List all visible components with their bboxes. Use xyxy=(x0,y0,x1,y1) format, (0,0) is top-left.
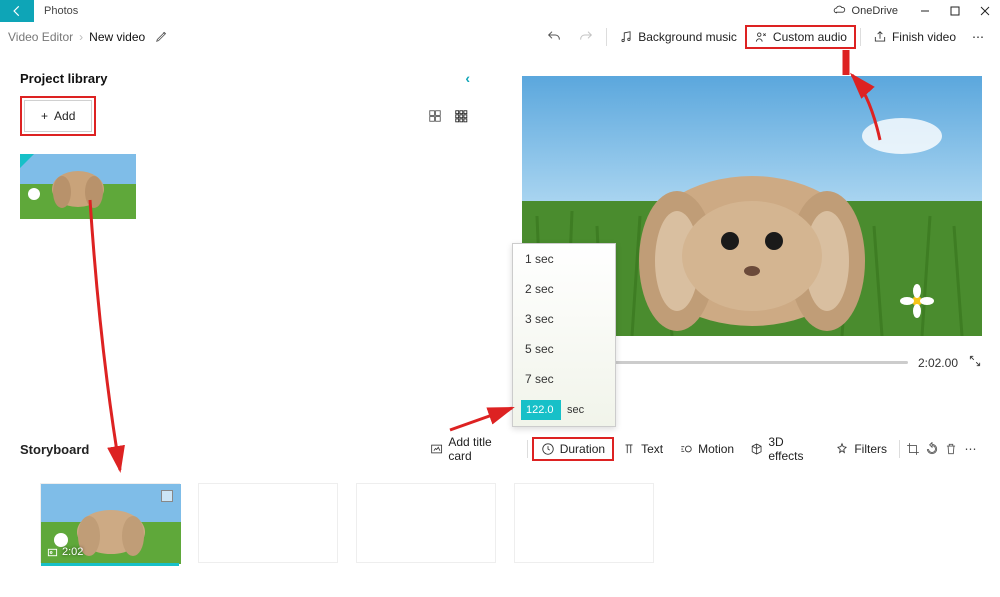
back-button[interactable] xyxy=(0,0,34,22)
finish-video-button[interactable]: Finish video xyxy=(865,26,964,48)
duration-label: Duration xyxy=(560,442,605,456)
add-label: Add xyxy=(54,109,75,123)
view-small-icon[interactable] xyxy=(452,107,470,125)
filters-button[interactable]: Filters xyxy=(827,438,895,460)
duration-option[interactable]: 1 sec xyxy=(513,244,615,274)
3d-effects-label: 3D effects xyxy=(768,435,819,463)
text-label: Text xyxy=(641,442,663,456)
library-thumbnail[interactable] xyxy=(20,154,136,219)
library-title: Project library xyxy=(20,71,107,86)
storyboard-clip[interactable]: 2:02 xyxy=(40,483,180,563)
more-button[interactable]: ⋯ xyxy=(964,26,992,48)
duration-button[interactable]: Duration xyxy=(532,437,614,461)
clip-progress xyxy=(41,563,179,566)
minimize-button[interactable] xyxy=(910,0,940,22)
rotate-icon[interactable] xyxy=(923,439,942,459)
rename-icon[interactable] xyxy=(155,29,169,46)
duration-unit: sec xyxy=(567,404,584,416)
duration-option[interactable]: 7 sec xyxy=(513,364,615,394)
clip-duration: 2:02 xyxy=(47,546,83,558)
onedrive-button[interactable]: OneDrive xyxy=(833,4,898,18)
storyboard-clip-empty[interactable] xyxy=(356,483,496,563)
fullscreen-icon[interactable] xyxy=(968,354,982,371)
storyboard-label: Storyboard xyxy=(20,442,89,457)
time-end: 2:02.00 xyxy=(918,356,958,370)
onedrive-label: OneDrive xyxy=(852,5,898,17)
fold-icon xyxy=(20,154,34,168)
storyboard-clip-empty[interactable] xyxy=(198,483,338,563)
storyboard-more-icon[interactable]: ⋯ xyxy=(961,439,980,459)
duration-option[interactable]: 3 sec xyxy=(513,304,615,334)
divider xyxy=(860,28,861,46)
motion-label: Motion xyxy=(698,442,734,456)
custom-audio-button[interactable]: Custom audio xyxy=(745,25,856,49)
timeline-track[interactable] xyxy=(572,361,908,364)
delete-icon[interactable] xyxy=(942,439,961,459)
breadcrumb-editor[interactable]: Video Editor xyxy=(8,30,73,44)
view-large-icon[interactable] xyxy=(426,107,444,125)
undo-button[interactable] xyxy=(538,25,570,49)
duration-option[interactable]: 2 sec xyxy=(513,274,615,304)
text-button[interactable]: Text xyxy=(614,438,671,460)
clip-checkbox[interactable] xyxy=(161,490,173,502)
divider xyxy=(606,28,607,46)
duration-popup: 1 sec 2 sec 3 sec 5 sec 7 sec sec xyxy=(512,243,616,427)
finish-video-label: Finish video xyxy=(892,30,956,44)
plus-icon: + xyxy=(41,109,48,123)
redo-button[interactable] xyxy=(570,25,602,49)
filters-label: Filters xyxy=(854,442,887,456)
add-title-card-label: Add title card xyxy=(448,435,514,463)
background-music-label: Background music xyxy=(638,30,737,44)
close-button[interactable] xyxy=(970,0,1000,22)
divider xyxy=(899,440,900,458)
app-title: Photos xyxy=(44,5,78,17)
duration-option[interactable]: 5 sec xyxy=(513,334,615,364)
background-music-button[interactable]: Background music xyxy=(611,26,745,48)
custom-audio-label: Custom audio xyxy=(773,30,847,44)
add-button[interactable]: + Add xyxy=(24,100,92,132)
divider xyxy=(527,440,528,458)
storyboard-clip-empty[interactable] xyxy=(514,483,654,563)
breadcrumb: Video Editor › New video xyxy=(8,30,145,44)
crop-icon[interactable] xyxy=(904,439,923,459)
motion-button[interactable]: Motion xyxy=(671,438,742,460)
collapse-icon[interactable]: ‹ xyxy=(465,70,470,86)
add-title-card-button[interactable]: Add title card xyxy=(422,431,523,467)
3d-effects-button[interactable]: 3D effects xyxy=(742,431,827,467)
maximize-button[interactable] xyxy=(940,0,970,22)
breadcrumb-name[interactable]: New video xyxy=(89,30,145,44)
chevron-right-icon: › xyxy=(79,30,83,44)
duration-input[interactable] xyxy=(521,400,561,420)
